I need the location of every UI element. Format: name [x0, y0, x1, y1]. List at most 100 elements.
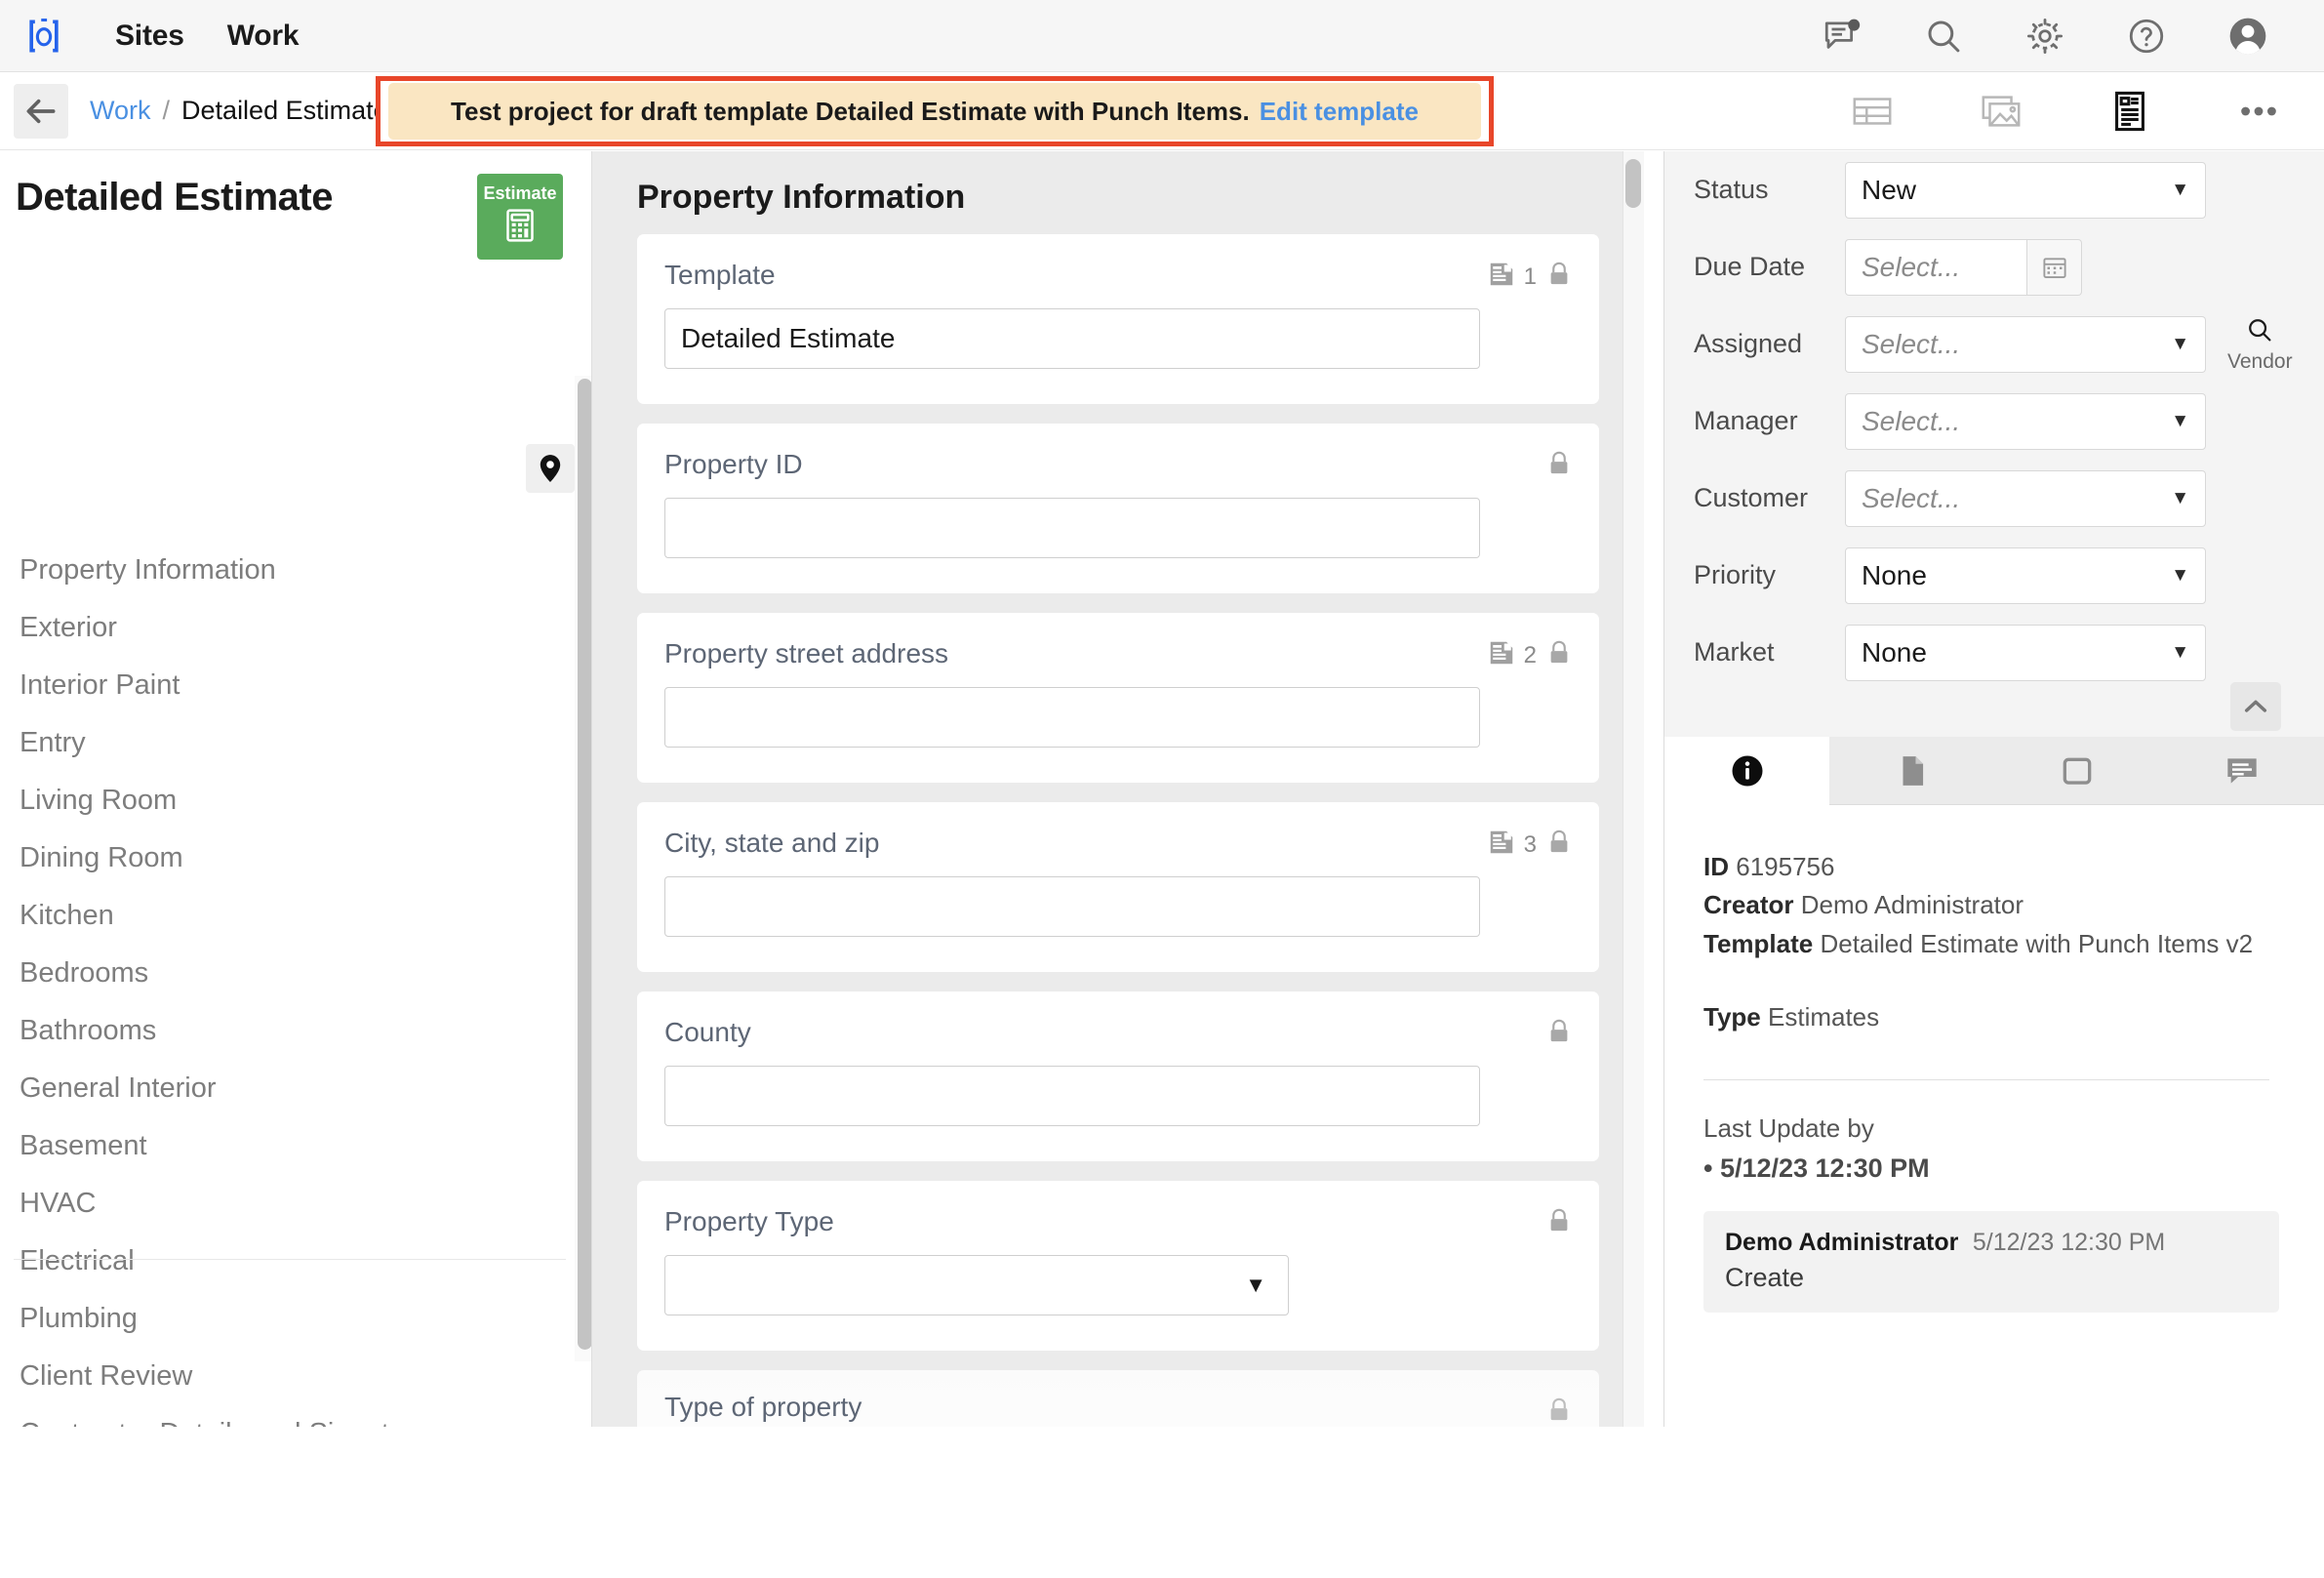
property-select-manager[interactable]: Select... ▼	[1845, 392, 2206, 450]
field-label-property-type: Property Type	[664, 1206, 834, 1236]
lock-icon[interactable]	[1544, 1206, 1574, 1240]
chevron-up-icon[interactable]	[2230, 682, 2281, 731]
field-card-property-type: Property Type ▼	[637, 1181, 1599, 1351]
sidebar-item-electrical[interactable]: Electrical	[0, 1233, 566, 1290]
property-label-status: Status	[1694, 175, 1769, 204]
property-row-assigned: Assigned Select... ▼ Vendor	[1664, 305, 2324, 383]
chevron-down-icon: ▼	[2171, 333, 2189, 354]
last-update-title: Last Update by	[1703, 1113, 1874, 1144]
sidebar-item-hvac[interactable]: HVAC	[0, 1175, 566, 1233]
sidebar-scrollbar-thumb[interactable]	[578, 379, 592, 1350]
property-row-manager: Manager Select... ▼	[1664, 383, 2324, 460]
field-label-county: County	[664, 1017, 751, 1047]
tab-board[interactable]	[1994, 737, 2159, 805]
chevron-down-icon: ▼	[2171, 179, 2189, 200]
info-creator-row: Creator Demo Administrator	[1703, 888, 2285, 922]
field-input-county[interactable]	[664, 1066, 1480, 1126]
sidebar-item-plumbing[interactable]: Plumbing	[0, 1290, 566, 1348]
chevron-down-icon: ▼	[2171, 564, 2189, 586]
sidebar-item-kitchen[interactable]: Kitchen	[0, 887, 566, 945]
sidebar-item-entry[interactable]: Entry	[0, 714, 566, 772]
sidebar-item-general-interior[interactable]: General Interior	[0, 1060, 566, 1117]
form-main-area: Property Information Template 1	[592, 151, 1644, 1427]
property-input-due-date[interactable]: Select...	[1845, 238, 2027, 296]
sidebar-item-dining-room[interactable]: Dining Room	[0, 829, 566, 887]
sidebar-item-interior-paint[interactable]: Interior Paint	[0, 657, 566, 714]
lock-icon[interactable]	[1544, 449, 1574, 483]
info-id-label: ID	[1703, 852, 1729, 881]
gallery-view-icon[interactable]	[1975, 85, 2027, 138]
field-card-property-id: Property ID	[637, 424, 1599, 593]
sidebar-item-bathrooms[interactable]: Bathrooms	[0, 1002, 566, 1060]
sidebar-item-property-information[interactable]: Property Information	[0, 542, 566, 599]
nav-sites[interactable]: Sites	[115, 20, 184, 53]
avatar-icon[interactable]	[2223, 11, 2273, 61]
property-select-customer[interactable]: Select... ▼	[1845, 469, 2206, 527]
sidebar-item-exterior[interactable]: Exterior	[0, 599, 566, 657]
form-scrollbar-thumb[interactable]	[1625, 159, 1641, 208]
nav-work[interactable]: Work	[227, 20, 300, 53]
property-select-assigned[interactable]: Select... ▼	[1845, 315, 2206, 373]
details-right-panel: Status New ▼ Due Date Select... Assigned…	[1664, 151, 2324, 1578]
note-icon[interactable]	[1487, 260, 1516, 294]
note-icon[interactable]	[1487, 828, 1516, 862]
breadcrumb-parent[interactable]: Work	[90, 96, 151, 126]
more-options-icon[interactable]	[2232, 85, 2285, 138]
gear-icon[interactable]	[2020, 11, 2070, 61]
sidebar-item-basement[interactable]: Basement	[0, 1117, 566, 1175]
sidebar-section-list: Property Information Exterior Interior P…	[0, 542, 566, 1427]
lock-icon[interactable]	[1544, 1396, 1574, 1427]
lock-icon[interactable]	[1544, 1017, 1574, 1051]
info-template-value: Detailed Estimate with Punch Items v2	[1820, 928, 2254, 958]
tab-info[interactable]	[1664, 737, 1829, 805]
field-select-property-type[interactable]: ▼	[664, 1255, 1289, 1315]
field-meta-property-street-address: 2	[1487, 638, 1574, 672]
view-toolbar	[1846, 72, 2285, 150]
estimate-type-badge[interactable]: Estimate	[477, 174, 563, 260]
tab-documents[interactable]	[1829, 737, 1994, 805]
field-label-city-state-zip: City, state and zip	[664, 828, 880, 858]
location-pin-icon[interactable]	[526, 444, 575, 493]
info-id-row: ID 6195756	[1703, 850, 2285, 884]
sidebar-item-client-review[interactable]: Client Review	[0, 1348, 566, 1405]
calculator-icon	[501, 206, 540, 250]
property-select-status[interactable]: New ▼	[1845, 161, 2206, 219]
info-id-value: 6195756	[1736, 852, 1835, 881]
property-select-market[interactable]: None ▼	[1845, 624, 2206, 681]
messages-icon[interactable]	[1817, 11, 1867, 61]
edit-template-link[interactable]: Edit template	[1260, 97, 1419, 127]
field-card-partial-next: Type of property	[637, 1370, 1599, 1427]
property-select-priority[interactable]: None ▼	[1845, 546, 2206, 604]
top-app-bar: Sites Work	[0, 0, 2324, 72]
note-icon[interactable]	[1487, 638, 1516, 672]
field-label-partial-next: Type of property	[664, 1392, 862, 1422]
lock-icon[interactable]	[1544, 828, 1574, 862]
search-icon[interactable]	[1918, 11, 1969, 61]
table-view-icon[interactable]	[1846, 85, 1899, 138]
field-input-city-state-zip[interactable]	[664, 876, 1480, 937]
details-info-panel: ID 6195756 Creator Demo Administrator Te…	[1664, 805, 2324, 1578]
activity-action: Create	[1725, 1263, 1805, 1293]
property-row-priority: Priority None ▼	[1664, 537, 2324, 614]
field-meta-property-id	[1544, 449, 1574, 483]
help-icon[interactable]	[2121, 11, 2172, 61]
sidebar-item-contractor-details-and-signature[interactable]: Contractor Details and Signature	[0, 1405, 566, 1427]
field-input-template[interactable]	[664, 308, 1480, 369]
sidebar-item-bedrooms[interactable]: Bedrooms	[0, 945, 566, 1002]
arrow-left-icon[interactable]	[14, 83, 68, 139]
lock-icon[interactable]	[1544, 638, 1574, 672]
field-input-property-id[interactable]	[664, 498, 1480, 558]
vendor-search-button[interactable]: Vendor	[2227, 315, 2293, 374]
lock-icon[interactable]	[1544, 260, 1574, 294]
field-input-property-street-address[interactable]	[664, 687, 1480, 748]
bracket-o-logo-icon[interactable]	[18, 10, 70, 62]
sidebar-item-living-room[interactable]: Living Room	[0, 772, 566, 829]
field-label-property-id: Property ID	[664, 449, 803, 479]
activity-entry-header: Demo Administrator 5/12/23 12:30 PM	[1725, 1229, 2258, 1257]
form-scrollbar-track[interactable]	[1623, 151, 1644, 1427]
calendar-icon[interactable]	[2027, 238, 2082, 296]
tab-comments[interactable]	[2159, 737, 2324, 805]
form-section-title: Property Information	[637, 179, 966, 216]
chevron-down-icon: ▼	[2171, 487, 2189, 508]
form-view-icon[interactable]	[2104, 85, 2156, 138]
